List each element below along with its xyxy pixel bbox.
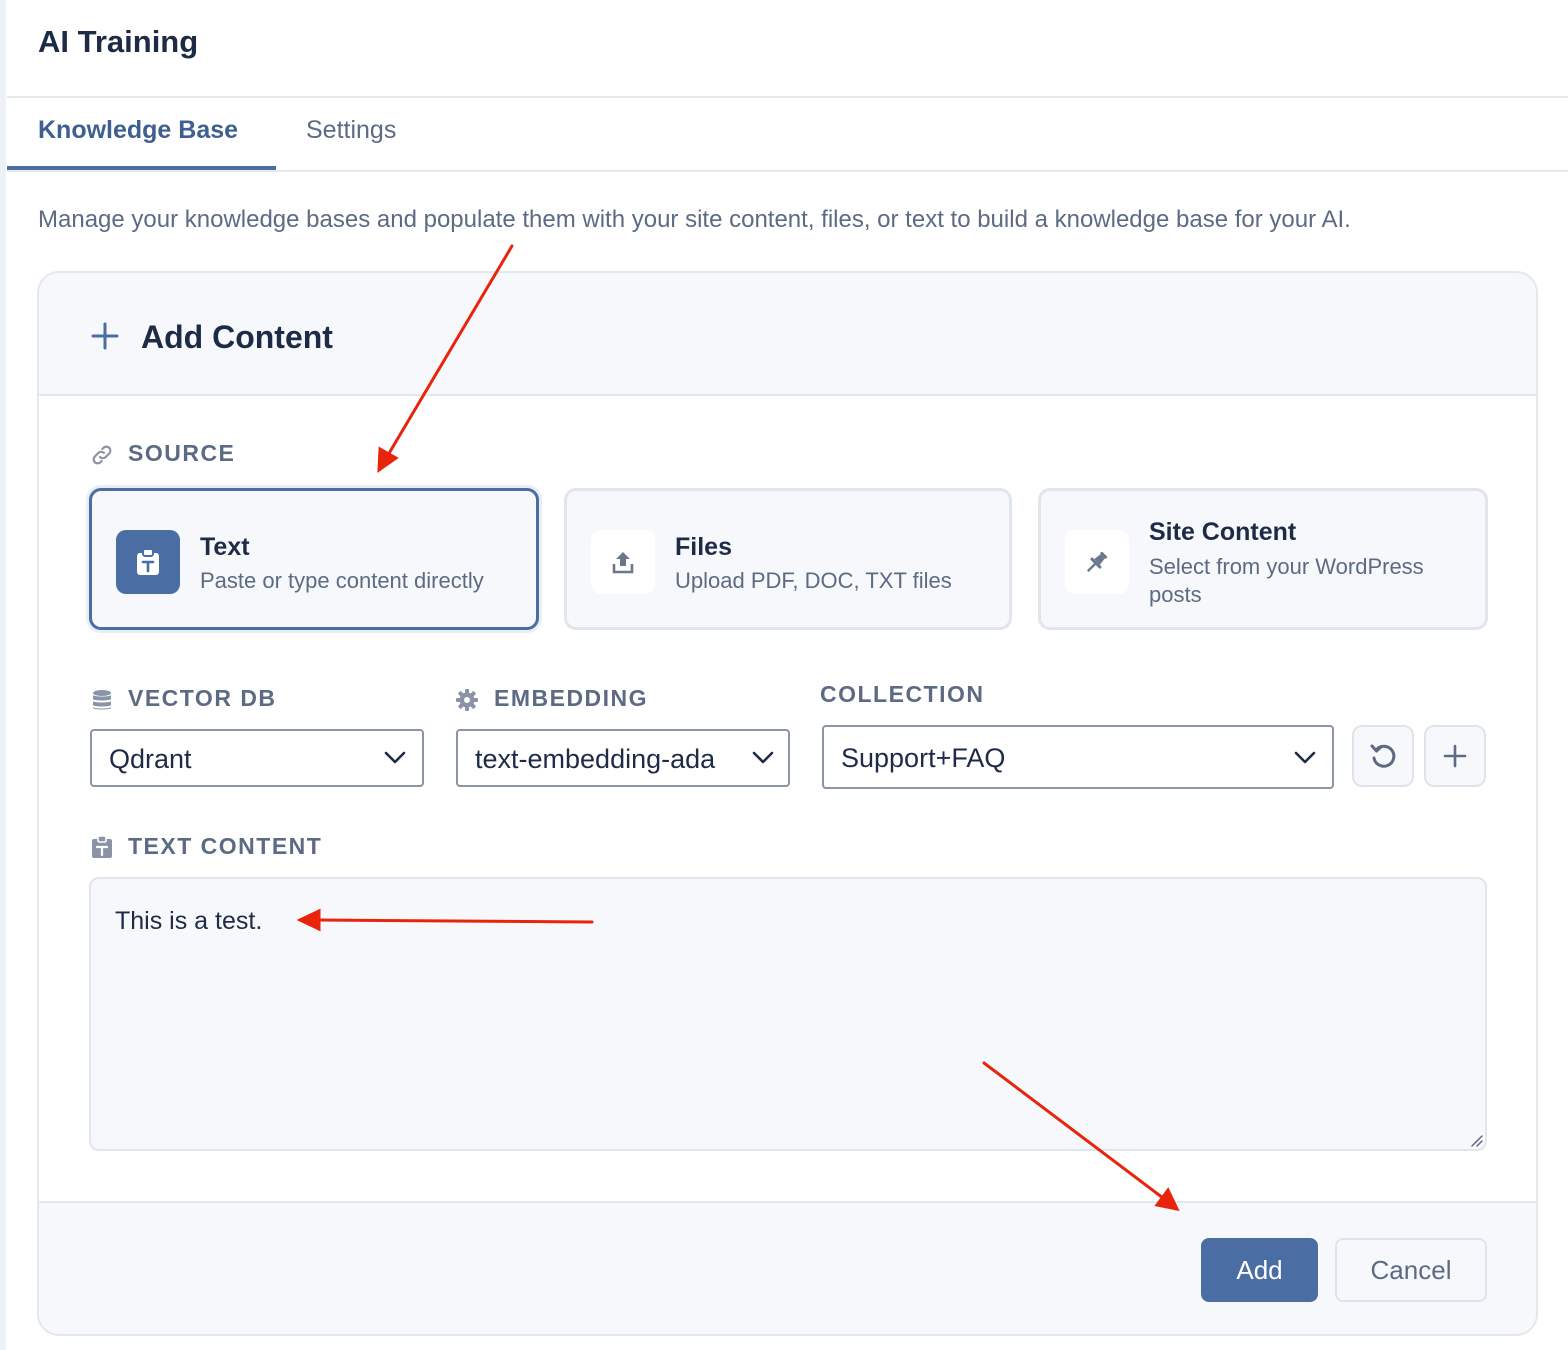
database-icon xyxy=(93,690,111,710)
text-content-textarea[interactable]: This is a test. xyxy=(89,877,1487,1151)
plus-icon xyxy=(1443,744,1467,768)
source-option-text[interactable]: Text Paste or type content directly xyxy=(89,488,539,630)
chevron-down-icon xyxy=(384,751,406,764)
add-content-footer: Add Cancel xyxy=(39,1201,1536,1334)
source-site-description-line1: Select from your WordPress xyxy=(1149,554,1424,579)
source-label: SOURCE xyxy=(128,440,236,466)
left-border xyxy=(0,0,6,1350)
add-content-header[interactable]: Add Content xyxy=(39,273,1536,396)
pin-icon xyxy=(1087,551,1108,572)
collection-select[interactable]: Support+FAQ xyxy=(822,725,1334,789)
source-text-description: Paste or type content directly xyxy=(200,568,484,593)
source-text-icon-box xyxy=(116,530,180,594)
vector-db-label: VECTOR DB xyxy=(128,685,277,711)
source-files-description: Upload PDF, DOC, TXT files xyxy=(675,568,952,593)
collection-label: COLLECTION xyxy=(820,681,985,707)
source-files-icon-box xyxy=(591,530,655,594)
gear-icon xyxy=(456,689,478,711)
text-content-label: TEXT CONTENT xyxy=(128,833,323,859)
add-content-card: Add Content SOURCE Text Paste or type co… xyxy=(37,271,1538,1336)
chevron-down-icon xyxy=(1294,751,1316,764)
refresh-icon xyxy=(1370,744,1396,768)
refresh-collection-button[interactable] xyxy=(1352,725,1414,787)
page-title: AI Training xyxy=(38,24,199,59)
title-divider xyxy=(7,96,1568,98)
resize-handle-icon[interactable] xyxy=(1469,1133,1483,1147)
clipboard-icon xyxy=(92,835,112,858)
upload-icon xyxy=(612,552,634,574)
cancel-button[interactable]: Cancel xyxy=(1335,1238,1487,1302)
source-files-title: Files xyxy=(675,533,732,561)
embedding-label: EMBEDDING xyxy=(494,685,649,711)
source-site-icon-box xyxy=(1065,530,1129,594)
page-description: Manage your knowledge bases and populate… xyxy=(38,206,1351,233)
vector-db-value: Qdrant xyxy=(109,744,192,774)
collection-value: Support+FAQ xyxy=(841,743,1006,773)
text-content-value: This is a test. xyxy=(115,907,263,935)
source-site-description-line2: posts xyxy=(1149,582,1202,607)
tab-knowledge-base[interactable]: Knowledge Base xyxy=(38,116,238,145)
embedding-select[interactable]: text-embedding-ada xyxy=(456,729,790,787)
source-option-files[interactable]: Files Upload PDF, DOC, TXT files xyxy=(564,488,1012,630)
embedding-value: text-embedding-ada xyxy=(475,744,716,774)
add-button[interactable]: Add xyxy=(1201,1238,1318,1302)
add-content-title: Add Content xyxy=(141,319,333,355)
source-text-title: Text xyxy=(200,533,250,561)
tab-settings[interactable]: Settings xyxy=(306,116,396,145)
link-icon xyxy=(92,445,112,465)
plus-icon xyxy=(91,322,119,350)
source-option-site-content[interactable]: Site Content Select from your WordPress … xyxy=(1038,488,1488,630)
tabs-divider xyxy=(7,170,1568,172)
source-site-title: Site Content xyxy=(1149,518,1297,546)
clipboard-icon xyxy=(137,548,159,575)
vector-db-select[interactable]: Qdrant xyxy=(90,729,424,787)
add-collection-button[interactable] xyxy=(1424,725,1486,787)
chevron-down-icon xyxy=(752,751,774,764)
